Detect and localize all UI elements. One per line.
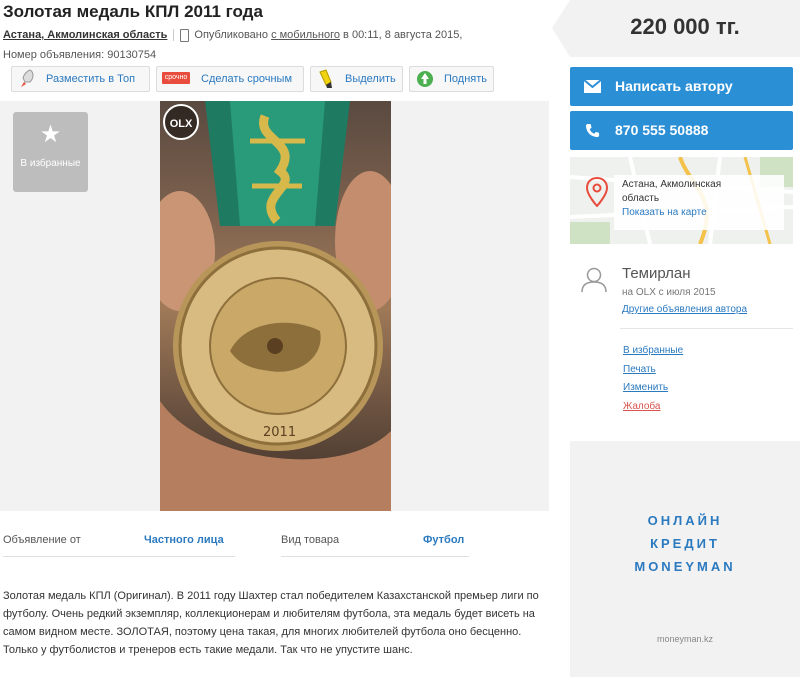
- published-prefix: Опубликовано: [194, 29, 268, 41]
- phone-number: 870 555 50888: [615, 122, 709, 138]
- price: 220 000 тг.: [630, 14, 740, 39]
- listing-title: Золотая медаль КПЛ 2011 года: [3, 2, 263, 21]
- map-info: Астана, Акмолинская область Показать на …: [614, 175, 784, 230]
- location-pin-icon: [586, 177, 608, 207]
- param-from-value[interactable]: Частного лица: [144, 534, 224, 546]
- ad-line-1: ОНЛАЙН: [647, 513, 723, 528]
- favorites-label: В избранные: [20, 158, 81, 169]
- urgent-button-label: Сделать срочным: [201, 73, 293, 85]
- published-mobile-link[interactable]: с мобильного: [271, 29, 340, 41]
- mobile-phone-icon: [180, 28, 190, 42]
- highlight-button-label: Выделить: [345, 73, 396, 85]
- param-divider: [3, 556, 235, 557]
- top-button[interactable]: Разместить в Топ: [11, 66, 150, 92]
- medal-year-text: 2011: [263, 425, 296, 440]
- price-notch: [552, 0, 570, 57]
- envelope-icon: [584, 79, 601, 93]
- listing-meta: Астана, Акмолинская область Опубликовано …: [3, 25, 553, 65]
- olx-watermark-logo: OLX: [163, 104, 199, 140]
- print-link[interactable]: Печать: [623, 361, 683, 380]
- ad-number: Номер объявления: 90130754: [3, 49, 157, 61]
- raise-button[interactable]: Поднять: [409, 66, 494, 92]
- sidebar-divider: [620, 328, 793, 329]
- rocket-icon: [21, 69, 34, 87]
- ad-line-2: КРЕДИТ: [650, 536, 720, 551]
- raise-button-label: Поднять: [444, 73, 488, 85]
- seller-name: Темирлан: [622, 265, 691, 282]
- add-to-favorites-button[interactable]: ★ В избранные: [13, 112, 88, 192]
- highlight-button[interactable]: Выделить: [310, 66, 403, 92]
- param-from-label: Объявление от: [3, 534, 81, 546]
- show-phone-button[interactable]: 870 555 50888: [570, 111, 793, 150]
- param-divider: [281, 556, 469, 557]
- highlighter-icon: [319, 69, 332, 88]
- seller-other-ads-link[interactable]: Другие объявления автора: [622, 304, 747, 315]
- urgent-button[interactable]: срочно Сделать срочным: [156, 66, 304, 92]
- ad-site: moneyman.kz: [656, 634, 714, 644]
- meta-divider: [173, 29, 175, 42]
- urgent-badge-icon: срочно: [162, 72, 190, 84]
- edit-link[interactable]: Изменить: [623, 379, 683, 398]
- ad-line-3: MONEYMAN: [634, 559, 736, 574]
- write-author-label: Написать автору: [615, 78, 733, 94]
- published-date: в 00:11, 8 августа 2015,: [343, 29, 463, 41]
- user-avatar-icon: [581, 267, 607, 293]
- listing-description: Золотая медаль КПЛ (Оригинал). В 2011 го…: [3, 590, 539, 656]
- location-link[interactable]: Астана, Акмолинская область: [3, 29, 167, 41]
- star-icon: ★: [39, 121, 62, 148]
- complaint-link[interactable]: Жалоба: [623, 398, 683, 417]
- raise-arrow-icon: [417, 71, 433, 87]
- param-type-label: Вид товара: [281, 534, 340, 546]
- phone-icon: [585, 123, 600, 138]
- show-on-map-link[interactable]: Показать на карте: [622, 207, 707, 218]
- map-region: область: [622, 193, 660, 204]
- listing-photo[interactable]: 2011 OLX: [160, 101, 391, 511]
- add-favorites-link[interactable]: В избранные: [623, 342, 683, 361]
- seller-since: на OLX с июля 2015: [622, 287, 716, 298]
- param-type-value[interactable]: Футбол: [423, 534, 464, 546]
- top-button-label: Разместить в Топ: [46, 73, 136, 85]
- location-map[interactable]: Астана, Акмолинская область Показать на …: [570, 157, 793, 244]
- write-author-button[interactable]: Написать автору: [570, 67, 793, 106]
- listing-actions: В избранные Печать Изменить Жалоба: [623, 342, 683, 417]
- medal-image: 2011: [160, 101, 391, 511]
- map-city: Астана, Акмолинская: [622, 179, 722, 190]
- ad-banner[interactable]: ОНЛАЙН КРЕДИТ MONEYMAN moneyman.kz: [570, 441, 800, 677]
